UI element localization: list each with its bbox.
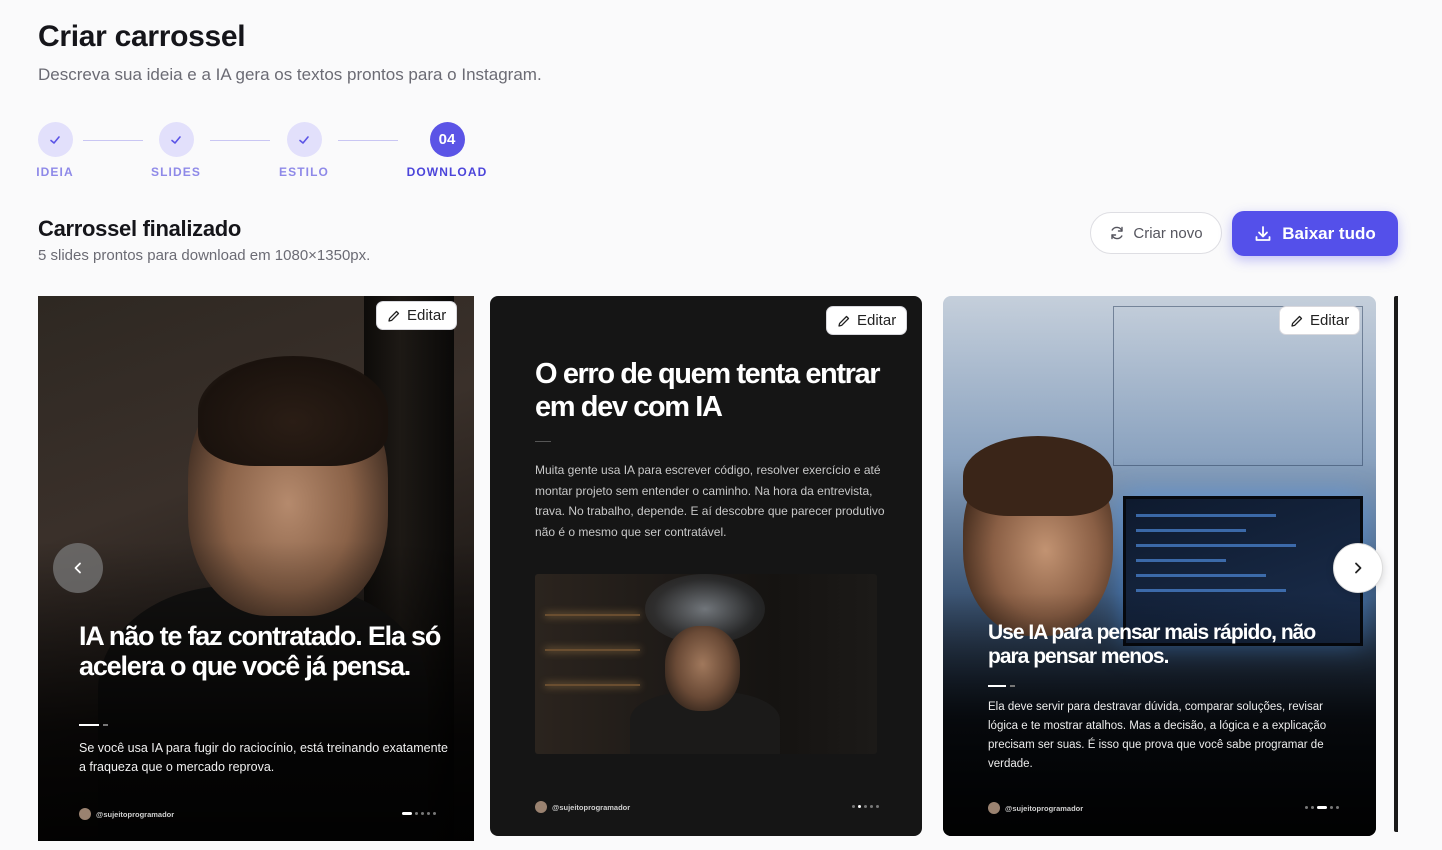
download-all-label: Baixar tudo — [1282, 223, 1376, 243]
create-new-label: Criar novo — [1133, 224, 1203, 242]
pencil-icon — [1291, 315, 1303, 327]
step-label: DOWNLOAD — [406, 165, 488, 179]
edit-label: Editar — [857, 312, 897, 329]
check-icon — [37, 122, 73, 157]
stepper: IDEIA SLIDES ESTILO 04 DOWNLOAD — [36, 122, 508, 182]
slide-handle: @sujeitoprogramador — [988, 802, 1083, 814]
check-icon — [158, 122, 194, 157]
carousel-slide-4-peek[interactable] — [1394, 296, 1398, 832]
edit-button[interactable]: Editar — [826, 306, 908, 335]
step-number: 04 — [429, 122, 465, 157]
edit-button[interactable]: Editar — [376, 301, 458, 330]
slide-handle: @sujeitoprogramador — [79, 808, 174, 820]
slide-handle: @sujeitoprogramador — [535, 801, 630, 813]
page-title: Criar carrossel — [38, 20, 246, 53]
avatar — [79, 808, 91, 820]
pencil-icon — [838, 315, 850, 327]
carousel-prev-button[interactable] — [53, 543, 103, 593]
handle-text: @sujeitoprogramador — [96, 809, 175, 819]
divider — [79, 724, 99, 726]
divider — [1010, 685, 1015, 687]
download-all-button[interactable]: Baixar tudo — [1232, 211, 1398, 256]
create-new-button[interactable]: Criar novo — [1090, 212, 1222, 254]
carousel-slide-3[interactable]: Editar Use IA para pensar mais rápido, n… — [943, 296, 1376, 836]
avatar — [535, 801, 547, 813]
carousel-next-button[interactable] — [1333, 543, 1383, 593]
step-estilo[interactable]: ESTILO — [259, 122, 349, 179]
edit-label: Editar — [1310, 312, 1350, 329]
page-subtitle: Descreva sua ideia e a IA gera os textos… — [38, 65, 542, 84]
step-slides[interactable]: SLIDES — [131, 122, 221, 179]
slide-pagination-dots — [1305, 806, 1339, 809]
slide-photo — [535, 574, 877, 754]
step-label: ESTILO — [279, 165, 329, 179]
slide-headline: IA não te faz contratado. Ela só acelera… — [79, 621, 441, 681]
edit-label: Editar — [407, 307, 447, 324]
section-title: Carrossel finalizado — [38, 216, 242, 241]
divider — [103, 724, 108, 726]
edit-button[interactable]: Editar — [1279, 306, 1361, 335]
handle-text: @sujeitoprogramador — [1005, 803, 1084, 813]
step-ideia[interactable]: IDEIA — [10, 122, 100, 179]
check-icon — [286, 122, 322, 157]
download-icon — [1255, 225, 1271, 241]
slide-body: Se você usa IA para fugir do raciocínio,… — [79, 741, 448, 774]
avatar — [988, 802, 1000, 814]
refresh-icon — [1111, 226, 1124, 240]
slide-pagination-dots — [402, 812, 436, 815]
chevron-right-icon — [1355, 562, 1362, 574]
slide-body: Ela deve servir para destravar dúvida, c… — [988, 701, 1327, 770]
section-subtitle: 5 slides prontos para download em 1080×1… — [38, 247, 371, 264]
carousel-slide-1[interactable]: Editar IA não te faz contratado. Ela só … — [38, 296, 474, 841]
step-download[interactable]: 04 DOWNLOAD — [402, 122, 492, 179]
carousel-slide-2[interactable]: Editar O erro de quem tenta entrar em de… — [490, 296, 922, 836]
step-label: SLIDES — [151, 165, 201, 179]
slide-headline: Use IA para pensar mais rápido, não para… — [988, 621, 1316, 668]
pencil-icon — [388, 310, 400, 322]
chevron-left-icon — [74, 562, 81, 574]
slide-pagination-dots — [852, 805, 879, 808]
divider — [535, 441, 551, 442]
divider — [988, 685, 1006, 687]
slide-body: Muita gente usa IA para escrever código,… — [535, 463, 885, 539]
handle-text: @sujeitoprogramador — [552, 802, 631, 812]
slide-headline: O erro de quem tenta entrar em dev com I… — [535, 358, 881, 423]
step-label: IDEIA — [36, 165, 74, 179]
